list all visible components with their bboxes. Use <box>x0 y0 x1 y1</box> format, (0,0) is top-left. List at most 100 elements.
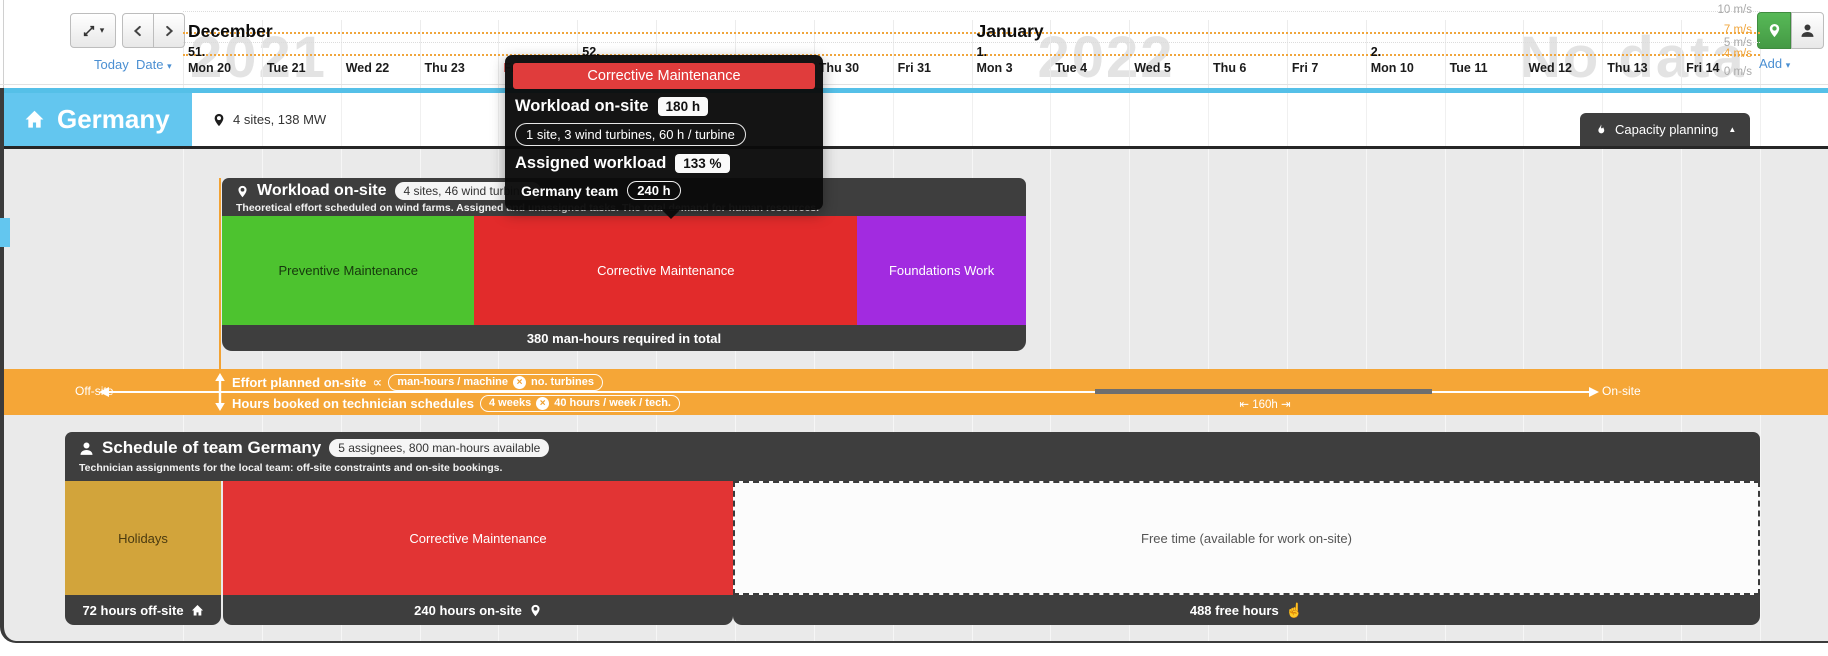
wind-threshold-line-4 <box>183 54 1760 56</box>
week-label: 2. <box>1371 45 1381 59</box>
grid-line <box>341 93 342 146</box>
day-label: Fri 7 <box>1292 61 1318 75</box>
schedule-segment[interactable]: Free time (available for work on-site) <box>733 481 1760 595</box>
grid-line <box>1129 93 1130 146</box>
effort-formula-badge: man-hours / machine×no. turbines <box>388 374 603 391</box>
prev-button[interactable] <box>122 13 154 48</box>
tooltip-assigned-value: 133 % <box>675 154 729 173</box>
grid-line <box>1445 93 1446 146</box>
schedule-panel-subtitle: Technician assignments for the local tea… <box>79 462 1760 474</box>
next-button[interactable] <box>153 13 185 48</box>
region-name: Germany <box>57 104 170 135</box>
wind-gridline-10 <box>183 11 1760 12</box>
day-label: Thu 23 <box>425 61 465 75</box>
pin-icon <box>236 185 249 198</box>
day-label: Wed 22 <box>346 61 390 75</box>
tooltip-title: Corrective Maintenance <box>513 63 815 89</box>
workload-segment[interactable]: Foundations Work <box>857 216 1026 325</box>
person-icon <box>79 441 94 456</box>
tooltip-detail: 1 site, 3 wind turbines, 60 h / turbine <box>515 123 746 146</box>
tooltip-team-label: Germany team <box>521 183 618 199</box>
region-header-germany[interactable]: Germany <box>4 93 192 146</box>
booking-formula-badge: 4 weeks×40 hours / week / tech. <box>480 395 680 412</box>
region-summary: 4 sites, 138 MW <box>212 93 326 146</box>
schedule-panel-badge: 5 assignees, 800 man-hours available <box>329 439 549 457</box>
tooltip-team-value: 240 h <box>627 181 680 200</box>
day-label: Tue 4 <box>1055 61 1087 75</box>
left-edge-line <box>3 0 4 88</box>
wind-threshold-line-7 <box>183 32 1760 34</box>
schedule-segment[interactable]: Corrective Maintenance <box>223 481 733 595</box>
day-label: Tue 11 <box>1450 61 1488 75</box>
booked-span-bar <box>1095 389 1432 394</box>
year-watermark: 2022 <box>1038 24 1175 91</box>
arrow-left-icon <box>99 387 109 397</box>
capacity-flow-band: Off-site ⇤ 160h ⇥ On-site Effort planned… <box>4 369 1828 415</box>
task-tooltip: Corrective Maintenance Workload on-site … <box>505 55 823 210</box>
zoom-range-button[interactable]: ▾ <box>70 13 116 48</box>
schedule-segment-footer: 240 hours on-site <box>223 595 733 625</box>
double-arrow-icon <box>211 373 229 411</box>
flame-icon <box>1594 123 1607 137</box>
grid-line <box>1208 93 1209 146</box>
region-summary-text: 4 sites, 138 MW <box>233 112 326 127</box>
wind-scale-label: 0 m/s <box>1620 66 1752 78</box>
wind-scale-label: 7 m/s <box>1620 24 1752 36</box>
on-site-label: On-site <box>1602 384 1641 398</box>
sidebar-fragment <box>0 218 10 247</box>
capacity-planning-app: 20212022No data DecemberJanuary 51.52.1.… <box>0 0 1828 656</box>
capacity-planning-button[interactable]: Capacity planning ▲ <box>1580 113 1750 146</box>
connector-line <box>219 178 221 369</box>
workload-segment[interactable]: Corrective Maintenance <box>474 216 857 325</box>
schedule-panel: Schedule of team Germany 5 assignees, 80… <box>65 432 1760 625</box>
month-label: December <box>188 21 273 42</box>
add-link[interactable]: Add ▾ <box>1759 56 1790 71</box>
day-label: Wed 5 <box>1134 61 1171 75</box>
workload-segment[interactable]: Preventive Maintenance <box>222 216 474 325</box>
today-link[interactable]: Today <box>94 57 129 72</box>
pin-icon <box>529 604 542 617</box>
grid-line <box>972 93 973 146</box>
grid-line <box>1760 93 1761 146</box>
tooltip-workload-label: Workload on-site <box>515 97 649 116</box>
wind-gridline-5 <box>183 42 1760 43</box>
day-label: Mon 20 <box>188 61 231 75</box>
main-frame: Germany 4 sites, 138 MW Capacity plannin… <box>0 88 1828 643</box>
schedule-segment-footer: 72 hours off-site <box>65 595 221 625</box>
grid-line <box>1523 93 1524 146</box>
expand-icon <box>82 24 96 38</box>
booked-span-label: ⇤ 160h ⇥ <box>1203 397 1327 411</box>
schedule-segment[interactable]: Holidays <box>65 481 221 595</box>
grid-line <box>1366 93 1367 146</box>
header-divider <box>0 84 1828 85</box>
pin-icon <box>212 113 226 127</box>
region-row-border <box>4 146 1828 149</box>
caret-down-icon: ▾ <box>1786 60 1791 70</box>
person-icon <box>1800 23 1815 38</box>
arrow-right-icon <box>1589 387 1599 397</box>
multiply-icon: × <box>513 376 526 389</box>
home-icon <box>191 604 204 617</box>
schedule-panel-title: Schedule of team Germany <box>102 438 321 458</box>
day-label: Mon 3 <box>977 61 1013 75</box>
wind-scale-label: 10 m/s <box>1620 4 1752 16</box>
grid-line <box>498 93 499 146</box>
hours-booked-row: Hours booked on technician schedules 4 w… <box>232 393 680 413</box>
schedule-bars: HolidaysCorrective MaintenanceFree time … <box>65 481 1760 595</box>
schedule-footers: 72 hours off-site240 hours on-site488 fr… <box>65 595 1760 625</box>
sites-view-button[interactable] <box>1757 12 1791 49</box>
grid-line <box>420 93 421 146</box>
day-label: Fri 31 <box>898 61 931 75</box>
workload-panel-footer: 380 man-hours required in total <box>222 325 1026 351</box>
home-icon <box>24 109 45 130</box>
proportional-symbol: ∝ <box>372 374 382 391</box>
day-label: Thu 6 <box>1213 61 1246 75</box>
week-label: 51. <box>188 45 205 59</box>
date-link[interactable]: Date ▾ <box>136 57 172 72</box>
people-view-button[interactable] <box>1791 12 1824 49</box>
workload-panel-title: Workload on-site <box>257 182 387 200</box>
tooltip-caret <box>661 209 681 219</box>
wind-scale-label: 4 m/s <box>1620 48 1752 60</box>
grid-line <box>1287 93 1288 146</box>
schedule-segment-footer: 488 free hours☝ <box>733 595 1760 625</box>
